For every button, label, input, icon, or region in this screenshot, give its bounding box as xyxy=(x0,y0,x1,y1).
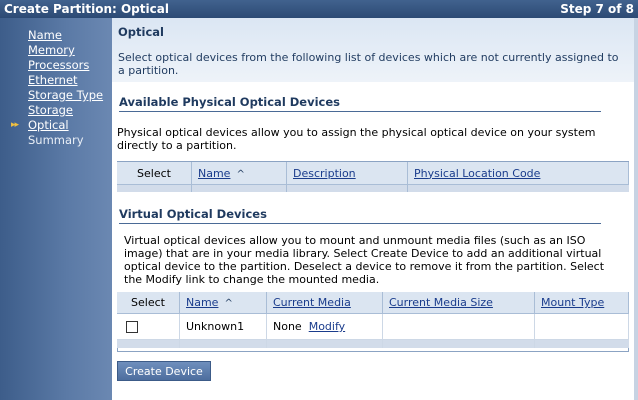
step-item-memory[interactable]: Memory xyxy=(0,43,103,58)
step-link-storage-type[interactable]: Storage Type xyxy=(28,88,103,102)
create-device-button[interactable]: Create Device xyxy=(117,361,211,381)
step-link-memory[interactable]: Memory xyxy=(28,43,75,57)
col-location-code[interactable]: Physical Location Code xyxy=(407,162,629,185)
device-select-checkbox[interactable] xyxy=(126,321,138,333)
sort-by-mount-type-link[interactable]: Mount Type xyxy=(541,296,604,309)
sort-by-description-link[interactable]: Description xyxy=(293,167,356,180)
virtual-devices-table: Select Name ^ Current Media Current Media… xyxy=(117,292,629,348)
wizard-steps-sidebar: Name Memory Processors Ethernet Storage … xyxy=(0,18,112,400)
col-name[interactable]: Name ^ xyxy=(191,162,287,185)
step-link-storage[interactable]: Storage xyxy=(28,103,73,117)
current-media-value: None xyxy=(273,320,302,333)
sort-by-location-code-link[interactable]: Physical Location Code xyxy=(414,167,540,180)
col-mount-type[interactable]: Mount Type xyxy=(534,292,629,314)
page-header: Optical Select optical devices from the … xyxy=(112,18,638,82)
step-item-ethernet[interactable]: Ethernet xyxy=(0,73,103,88)
step-link-name[interactable]: Name xyxy=(28,28,62,42)
sort-by-name-link[interactable]: Name xyxy=(186,296,218,309)
physical-devices-table: Select Name ^ Description Physical Locati… xyxy=(117,162,629,192)
step-link-ethernet[interactable]: Ethernet xyxy=(28,73,78,87)
step-item-storage[interactable]: Storage xyxy=(0,103,103,118)
right-border xyxy=(634,18,638,400)
step-item-summary: Summary xyxy=(28,133,84,147)
modify-media-link[interactable]: Modify xyxy=(309,320,345,333)
step-indicator: Step 7 of 8 xyxy=(560,2,634,16)
step-item-processors[interactable]: Processors xyxy=(0,58,103,73)
sort-ascending-icon: ^ xyxy=(236,168,245,180)
step-item-optical[interactable]: ▸▸ Optical xyxy=(0,118,103,133)
current-step-arrow-icon: ▸▸ xyxy=(11,120,19,130)
physical-section-heading: Available Physical Optical Devices xyxy=(119,95,341,109)
main-panel: Optical Select optical devices from the … xyxy=(112,18,638,400)
table-footer-row xyxy=(117,339,629,348)
current-media-size xyxy=(382,313,535,340)
mount-type xyxy=(534,313,629,340)
page-description: Select optical devices from the followin… xyxy=(118,51,619,77)
sort-by-name-link[interactable]: Name xyxy=(198,167,230,180)
sort-ascending-icon: ^ xyxy=(224,298,233,309)
physical-section-divider xyxy=(119,111,601,112)
virtual-section-heading: Virtual Optical Devices xyxy=(119,207,267,221)
step-link-processors[interactable]: Processors xyxy=(28,58,89,72)
step-link-optical[interactable]: Optical xyxy=(28,118,69,132)
sort-by-media-size-link[interactable]: Current Media Size xyxy=(389,296,493,309)
col-select: Select xyxy=(117,162,192,185)
page-title: Optical xyxy=(118,25,164,39)
wizard-title: Create Partition: Optical xyxy=(4,2,169,16)
col-select: Select xyxy=(117,292,180,314)
device-name: Unknown1 xyxy=(179,313,267,340)
col-name[interactable]: Name ^ xyxy=(179,292,267,314)
col-current-media[interactable]: Current Media xyxy=(266,292,383,314)
virtual-section-description: Virtual optical devices allow you to mou… xyxy=(124,234,605,286)
col-current-media-size[interactable]: Current Media Size xyxy=(382,292,535,314)
col-description[interactable]: Description xyxy=(286,162,408,185)
table-row: Unknown1 None Modify xyxy=(117,313,629,340)
step-item-name[interactable]: Name xyxy=(0,28,103,43)
wizard-title-bar: Create Partition: Optical Step 7 of 8 xyxy=(0,0,638,18)
table-footer-row xyxy=(117,184,629,192)
step-item-storage-type[interactable]: Storage Type xyxy=(0,88,103,103)
sort-by-current-media-link[interactable]: Current Media xyxy=(273,296,351,309)
physical-section-description: Physical optical devices allow you to as… xyxy=(117,126,596,152)
row-select-cell[interactable] xyxy=(117,313,180,340)
virtual-section-divider xyxy=(119,223,601,224)
current-media-cell: None Modify xyxy=(266,313,383,340)
